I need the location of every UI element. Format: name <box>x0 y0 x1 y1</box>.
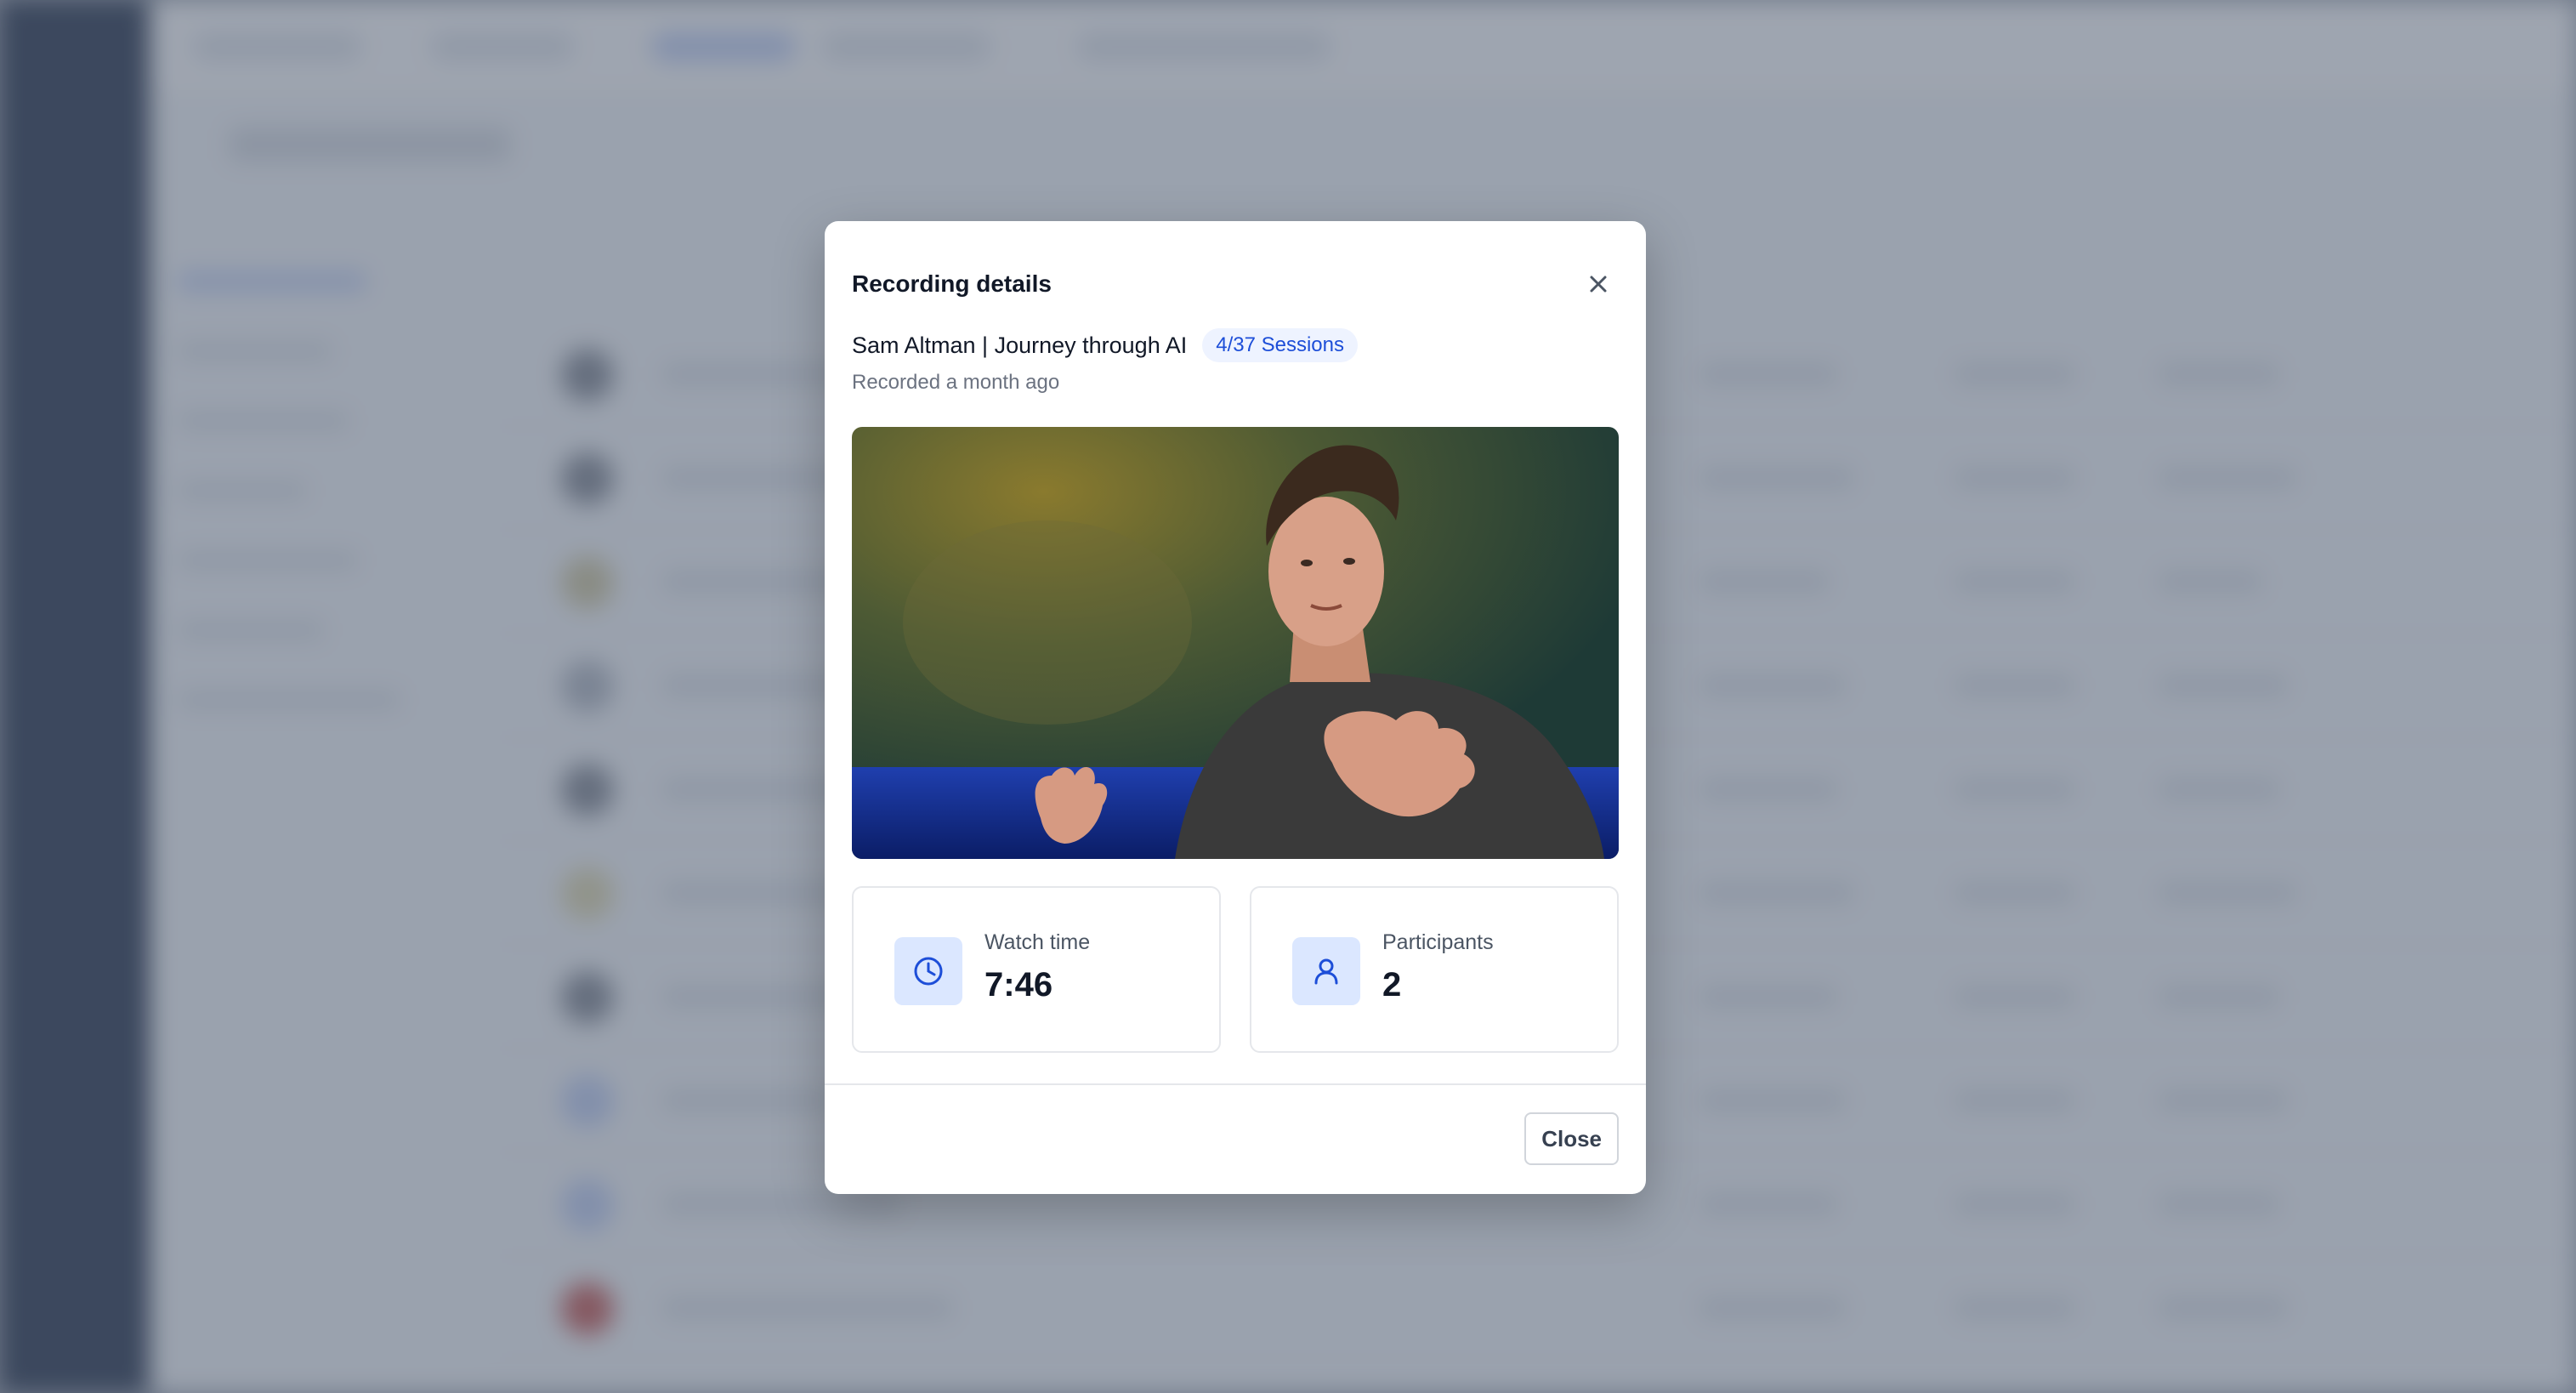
session-info: Sam Altman | Journey through AI 4/37 Ses… <box>852 328 1358 362</box>
close-icon[interactable] <box>1578 264 1619 304</box>
user-icon <box>1292 937 1360 1005</box>
participants-label: Participants <box>1382 930 1494 954</box>
watch-time-value: 7:46 <box>984 966 1053 1004</box>
modal-header: Recording details <box>852 259 1619 310</box>
session-title: Sam Altman | Journey through AI <box>852 332 1188 358</box>
participants-value: 2 <box>1382 966 1402 1004</box>
sessions-badge: 4/37 Sessions <box>1202 328 1358 362</box>
close-button[interactable]: Close <box>1524 1112 1619 1165</box>
modal-title: Recording details <box>852 270 1052 297</box>
watch-time-card: Watch time 7:46 <box>852 886 1221 1053</box>
clock-icon <box>894 937 962 1005</box>
recording-thumbnail[interactable] <box>852 427 1619 859</box>
watch-time-label: Watch time <box>984 930 1091 954</box>
participants-card: Participants 2 <box>1250 886 1619 1053</box>
stats-row: Watch time 7:46 Participants 2 <box>852 886 1619 1053</box>
modal-footer-divider <box>825 1083 1646 1085</box>
recording-details-modal: Recording details Sam Altman | Journey t… <box>825 221 1646 1194</box>
recorded-time: Recorded a month ago <box>852 371 1060 394</box>
